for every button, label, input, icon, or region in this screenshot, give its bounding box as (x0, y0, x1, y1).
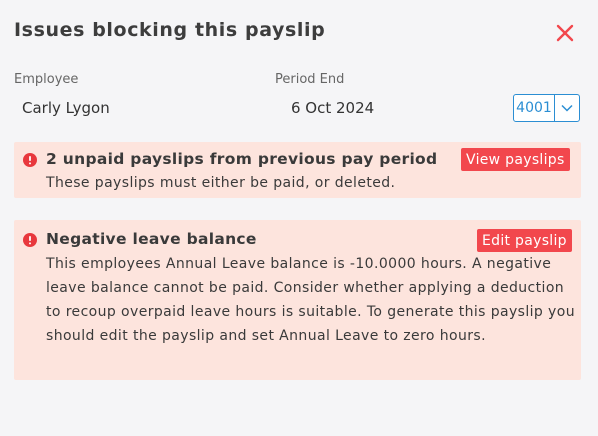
view-payslips-button[interactable]: View payslips (461, 148, 570, 171)
issue-title: 2 unpaid payslips from previous pay peri… (46, 150, 438, 168)
edit-payslip-button[interactable]: Edit payslip (477, 229, 572, 252)
employee-label: Employee (14, 72, 79, 87)
close-button[interactable] (554, 22, 576, 44)
code-select[interactable]: 4001 (513, 94, 580, 122)
issue-title: Negative leave balance (46, 230, 257, 248)
close-icon (556, 24, 574, 42)
issue-negative-leave: Negative leave balance This employees An… (14, 220, 581, 380)
period-end-value: 6 Oct 2024 (291, 99, 375, 117)
error-icon (23, 153, 37, 167)
chevron-down-icon (561, 104, 573, 112)
issue-unpaid-payslips: 2 unpaid payslips from previous pay peri… (14, 142, 581, 198)
period-end-label: Period End (275, 72, 345, 87)
issue-description: These payslips must either be paid, or d… (46, 175, 396, 191)
dropdown-toggle[interactable] (555, 95, 579, 121)
employee-value: Carly Lygon (22, 99, 110, 117)
dialog-title: Issues blocking this payslip (14, 19, 326, 41)
code-value[interactable]: 4001 (514, 95, 555, 121)
issue-description: This employees Annual Leave balance is -… (46, 256, 575, 344)
error-icon (23, 233, 37, 247)
